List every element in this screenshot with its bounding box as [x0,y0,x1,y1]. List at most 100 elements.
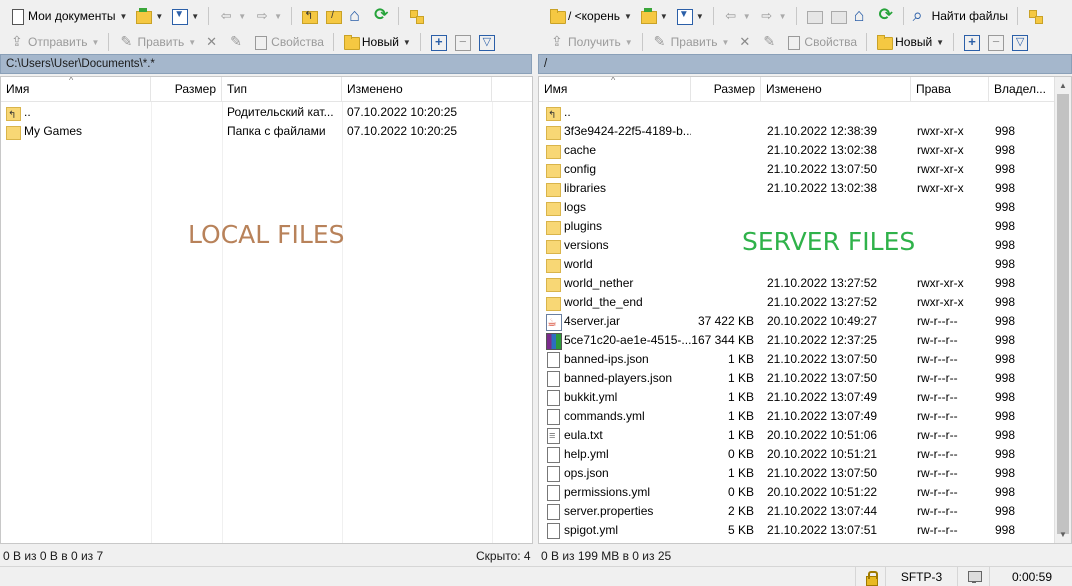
left-rename-button[interactable] [225,31,247,53]
encryption-indicator[interactable] [855,567,885,586]
table-row[interactable]: world_nether 21.10.2022 13:27:52 rwxr-xr-x… [539,274,1055,293]
left-home-button[interactable] [346,5,368,27]
file-owner-cell: 998 [995,466,1016,480]
left-file-panel[interactable]: Имя ^ Размер Тип Изменено .. Родительский … [0,76,533,544]
chevron-down-icon: ▼ [695,11,704,21]
sync-browse-icon [1027,8,1044,24]
table-row[interactable]: logs 998 [539,198,1055,217]
table-row[interactable]: eula.txt 1 KB 20.10.2022 10:51:06 rw-r--r--… [539,426,1055,445]
left-root-dir-button[interactable] [322,5,344,27]
right-back-button[interactable]: ⇦ ▼ [720,5,754,27]
left-parent-dir-button[interactable] [298,5,320,27]
left-deselect-button[interactable] [451,31,473,53]
table-row[interactable]: 4server.jar 37 422 KB 20.10.2022 10:49:27 r… [539,312,1055,331]
table-row[interactable]: .. [539,103,1055,122]
right-home-button[interactable] [851,5,873,27]
left-back-button[interactable]: ⇦ ▼ [215,5,249,27]
filter-icon [676,8,693,25]
left-col-type[interactable]: Тип [222,77,342,102]
right-rename-button[interactable] [758,31,780,53]
table-row[interactable]: world 998 [539,255,1055,274]
right-path-bar[interactable]: / [538,54,1072,74]
upload-button[interactable]: Отправить▼ [6,31,102,53]
table-row[interactable]: help.yml 0 KB 20.10.2022 10:51:21 rw-r--r--… [539,445,1055,464]
left-refresh-button[interactable] [370,5,392,27]
file-rights-cell [917,236,989,255]
right-delete-button[interactable] [734,31,756,53]
table-row[interactable]: libraries 21.10.2022 13:02:38 rwxr-xr-x 998 [539,179,1055,198]
file-name-cell: bukkit.yml [546,388,691,407]
file-name-cell: cache [546,141,691,160]
connection-indicator[interactable] [957,567,989,586]
right-refresh-button[interactable] [875,5,897,27]
table-row[interactable]: .. Родительский кат... 07.10.2022 10:20:25 [1,103,531,122]
left-forward-button[interactable]: ⇨ ▼ [251,5,285,27]
file-name: world_the_end [564,295,643,309]
left-col-size[interactable]: Размер [151,77,222,102]
right-forward-button[interactable]: ⇨ ▼ [756,5,790,27]
right-sync-browse-button[interactable] [1024,5,1046,27]
file-size-cell: 5 KB [727,523,754,537]
left-path-bar[interactable]: C:\Users\User\Documents\*.* [0,54,532,74]
left-delete-button[interactable] [201,31,223,53]
scroll-thumb[interactable] [1057,94,1069,534]
right-select-button[interactable] [960,31,982,53]
right-open-folder-button[interactable]: ▼ [637,5,671,27]
left-new-button[interactable]: Новый ▼ [340,31,414,53]
file-modified-cell: 07.10.2022 10:20:25 [347,124,458,138]
table-row[interactable]: permissions.yml 0 KB 20.10.2022 10:51:22 rw… [539,483,1055,502]
table-row[interactable]: banned-ips.json 1 KB 21.10.2022 13:07:50 rw… [539,350,1055,369]
left-properties-button[interactable]: Свойства [249,31,327,53]
table-row[interactable]: bukkit.yml 1 KB 21.10.2022 13:07:49 rw-r--r… [539,388,1055,407]
file-size-cell [691,103,754,122]
sync-browse-button[interactable] [405,5,427,27]
scroll-down-icon[interactable]: ▼ [1055,526,1071,543]
right-col-size[interactable]: Размер [691,77,761,102]
right-filter-button[interactable]: ▼ [673,5,707,27]
right-new-button[interactable]: Новый ▼ [873,31,947,53]
table-row[interactable]: spigot.yml 5 KB 21.10.2022 13:07:51 rw-r--r… [539,521,1055,540]
right-col-modified[interactable]: Изменено [761,77,911,102]
right-col-owner[interactable]: Владел... [989,77,1055,102]
file-name-cell: banned-ips.json [546,350,691,369]
left-location-dropdown[interactable]: Мои документы ▼ [6,5,130,27]
table-row[interactable]: ops.json 1 KB 21.10.2022 13:07:50 rw-r--r--… [539,464,1055,483]
right-parent-dir-button[interactable] [803,5,825,27]
separator [641,33,643,51]
table-row[interactable]: server.properties 2 KB 21.10.2022 13:07:44… [539,502,1055,521]
file-size-cell [691,255,754,274]
rename-icon [761,33,777,50]
left-hidden-count[interactable]: Скрыто: 4 [476,546,531,566]
left-col-name[interactable]: Имя ^ [1,77,151,102]
right-properties-button[interactable]: Свойства [782,31,860,53]
left-select-button[interactable] [427,31,449,53]
right-scrollbar[interactable]: ▲ ▼ [1054,77,1071,543]
find-files-button[interactable]: Найти файлы [910,5,1011,27]
table-row[interactable]: 5ce71c20-ae1e-4515-... 167 344 KB 21.10.20… [539,331,1055,350]
table-row[interactable]: My Games Папка с файлами 07.10.2022 10:20:… [1,122,531,141]
right-deselect-button[interactable] [984,31,1006,53]
table-row[interactable]: config 21.10.2022 13:07:50 rwxr-xr-x 998 [539,160,1055,179]
left-open-folder-button[interactable]: ▼ [132,5,166,27]
left-edit-button[interactable]: Править▼ [115,31,199,53]
table-row[interactable]: cache 21.10.2022 13:02:38 rwxr-xr-x 998 [539,141,1055,160]
left-filter-select-button[interactable] [475,31,497,53]
right-location-dropdown[interactable]: / <корень ▼ [546,5,635,27]
left-filter-button[interactable]: ▼ [168,5,202,27]
right-col-rights[interactable]: Права [911,77,989,102]
left-col-modified[interactable]: Изменено [342,77,492,102]
table-row[interactable]: banned-players.json 1 KB 21.10.2022 13:07:… [539,369,1055,388]
chevron-down-icon: ▼ [238,11,247,21]
right-filter-select-button[interactable] [1008,31,1030,53]
table-row[interactable]: commands.yml 1 KB 21.10.2022 13:07:49 rw-r-… [539,407,1055,426]
select-plus-icon [430,34,447,51]
right-col-name[interactable]: Имя ^ [539,77,691,102]
download-button[interactable]: Получить▼ [546,31,636,53]
table-row[interactable]: world_the_end 21.10.2022 13:27:52 rwxr-xr-… [539,293,1055,312]
right-file-panel[interactable]: Имя ^ Размер Изменено Права Владел... .. 3… [538,76,1072,544]
right-root-dir-button[interactable] [827,5,849,27]
scroll-up-icon[interactable]: ▲ [1055,77,1071,94]
folder-icon [546,257,561,273]
table-row[interactable]: 3f3e9424-22f5-4189-b... 21.10.2022 12:38:… [539,122,1055,141]
right-edit-button[interactable]: Править▼ [649,31,733,53]
